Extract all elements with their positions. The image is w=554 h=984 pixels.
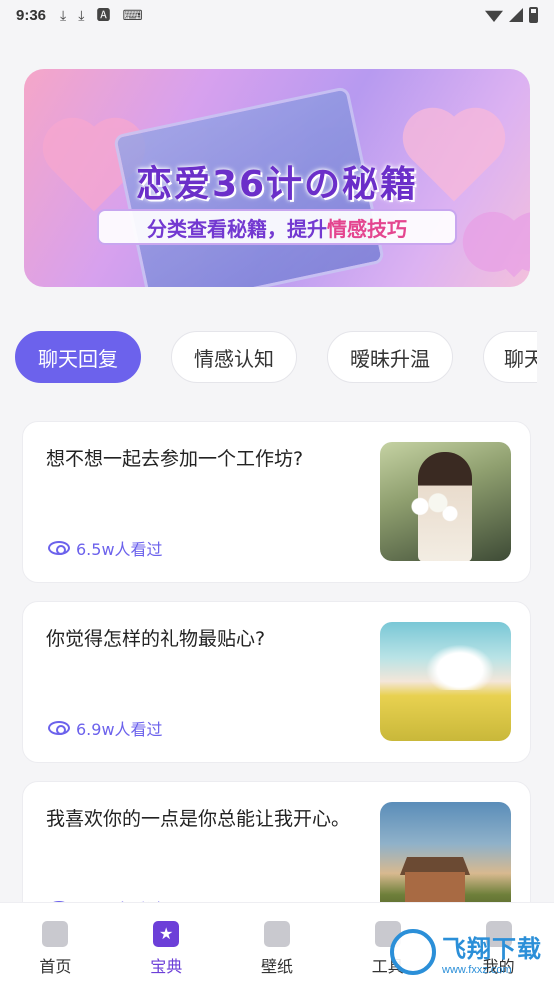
nav-label: 首页 <box>39 957 72 976</box>
status-right <box>485 7 538 23</box>
banner-subtitle: 分类查看秘籍，提升 情感技巧 <box>97 209 457 245</box>
house <box>405 872 465 902</box>
keyboard-icon: ⌨ <box>122 6 143 23</box>
watermark-text: 飞翔下载 www.fxxz.com <box>442 929 542 976</box>
card-thumbnail <box>380 622 511 741</box>
signal-icon <box>509 8 523 22</box>
eye-icon <box>48 541 70 555</box>
status-bar: 9:36 ⤓ ⤓ 🅰 ⌨ <box>0 0 554 30</box>
download-icon: ⤓ <box>60 6 67 23</box>
heart-balloon-icon <box>485 220 530 278</box>
flowers <box>402 492 462 528</box>
home-icon <box>42 921 69 947</box>
watermark-url: www.fxxz.com <box>442 963 512 976</box>
category-tabs: 聊天回复 情感认知 暧昧升温 聊天 <box>15 331 537 383</box>
tab-chat-reply[interactable]: 聊天回复 <box>15 331 141 383</box>
cloud <box>420 640 500 690</box>
card-title: 我喜欢你的一点是你总能让我开心。 <box>46 808 351 830</box>
watermark: 飞翔下载 www.fxxz.com <box>390 920 554 984</box>
image-icon <box>263 921 290 947</box>
tab-emotion-cognition[interactable]: 情感认知 <box>171 331 297 383</box>
promo-banner[interactable]: 恋爱36计の秘籍 分类查看秘籍，提升 情感技巧 <box>24 69 530 287</box>
wifi-icon <box>485 10 503 22</box>
card-thumbnail <box>380 442 511 561</box>
card-title: 想不想一起去参加一个工作坊? <box>46 448 304 470</box>
tab-chat[interactable]: 聊天 <box>483 331 537 383</box>
nav-label: 宝典 <box>150 957 183 976</box>
nav-wallpaper[interactable]: 壁纸 <box>222 903 333 984</box>
view-count: 6.9w人看过 <box>48 716 163 740</box>
download-icon: ⤓ <box>78 6 85 23</box>
banner-title: 恋爱36计の秘籍 <box>135 164 419 205</box>
view-count-text: 6.9w人看过 <box>76 720 163 739</box>
view-count: 6.5w人看过 <box>48 536 163 560</box>
article-card[interactable]: 你觉得怎样的礼物最贴心? 6.9w人看过 <box>22 601 531 763</box>
watermark-title: 飞翔下载 <box>442 934 542 963</box>
eye-icon <box>48 721 70 735</box>
banner-subtitle-prefix: 分类查看秘籍，提升 <box>147 216 327 241</box>
status-time: 9:36 <box>16 6 47 24</box>
view-count-text: 6.5w人看过 <box>76 540 163 559</box>
nav-handbook[interactable]: ★ 宝典 <box>111 903 222 984</box>
watermark-logo-icon <box>390 929 436 975</box>
card-title: 你觉得怎样的礼物最贴心? <box>46 628 266 650</box>
tab-flirt-warmup[interactable]: 暧昧升温 <box>327 331 453 383</box>
banner-subtitle-highlight: 情感技巧 <box>327 216 407 241</box>
nav-home[interactable]: 首页 <box>0 903 111 984</box>
nav-label: 壁纸 <box>260 957 293 976</box>
book-star-icon: ★ <box>153 921 180 947</box>
battery-icon <box>529 7 538 23</box>
article-card[interactable]: 想不想一起去参加一个工作坊? 6.5w人看过 <box>22 421 531 583</box>
a-icon: 🅰 <box>96 7 111 23</box>
